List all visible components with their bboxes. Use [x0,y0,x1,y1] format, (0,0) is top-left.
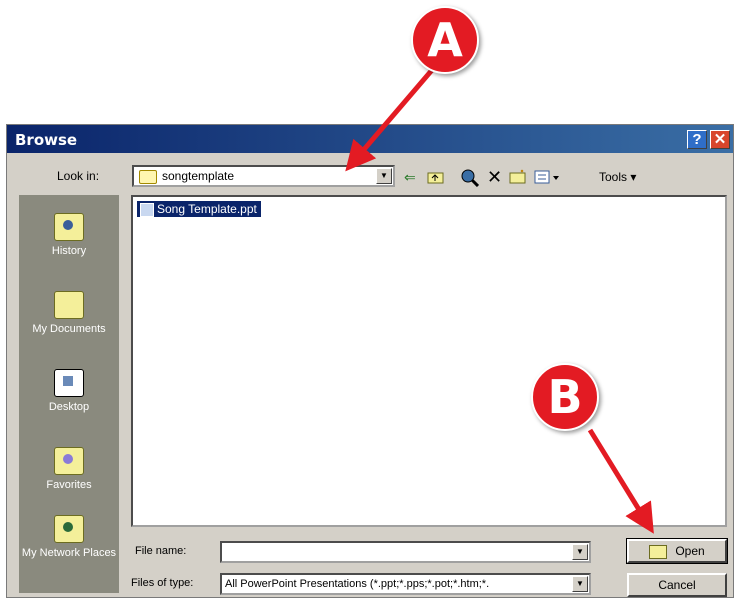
callout-b: B [531,363,599,431]
arrow-b [587,428,654,534]
arrow-a [345,68,434,172]
callout-a: A [411,6,479,74]
callout-arrows [345,68,654,534]
